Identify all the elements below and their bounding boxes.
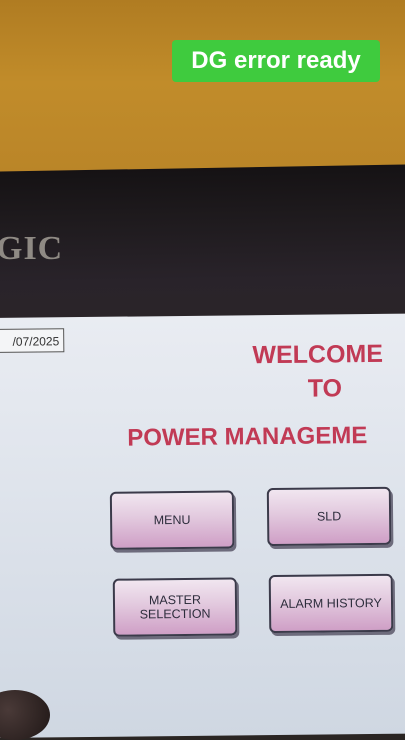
wall-background [0,0,405,185]
master-label-line1: MASTER [148,592,202,608]
master-selection-label: MASTER SELECTION [139,592,211,622]
menu-button-label: MENU [153,512,191,528]
caption-badge: DG error ready [172,40,380,82]
master-selection-button[interactable]: MASTER SELECTION [112,577,238,637]
master-label-line2: SELECTION [139,606,211,622]
alarm-history-label: ALARM HISTORY [280,595,382,611]
welcome-title: WELCOME [252,339,384,370]
sld-button[interactable]: SLD [266,486,392,547]
welcome-to: TO [307,374,343,403]
sld-button-label: SLD [316,509,342,524]
alarm-history-button[interactable]: ALARM HISTORY [268,573,394,634]
date-display: /07/2025 [0,328,65,353]
welcome-subtitle: POWER MANAGEME [127,422,368,452]
menu-button[interactable]: MENU [109,490,235,550]
brand-logo: GIC [0,230,64,267]
hmi-screen: /07/2025 WELCOME TO POWER MANAGEME MENU … [0,313,405,738]
